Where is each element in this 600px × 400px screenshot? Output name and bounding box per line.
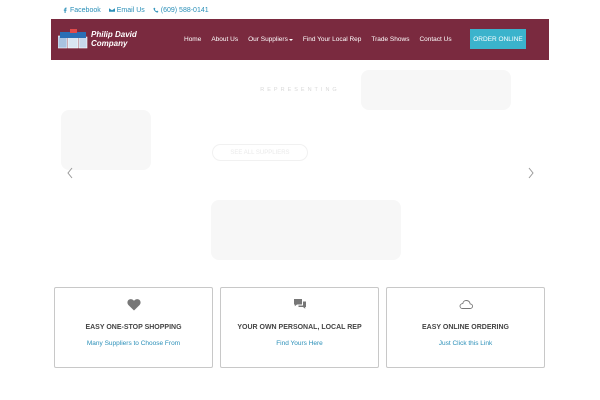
brand-wordmark: Philip David Company [91, 30, 137, 48]
hero-kicker: REPRESENTING [260, 87, 340, 93]
nav-menu: Home About Us Our Suppliers Find Your Lo… [179, 19, 457, 60]
brand-name-line-1: Philip David [91, 30, 137, 39]
feature-link[interactable]: Just Click this Link [387, 340, 544, 347]
nav-trade-shows[interactable]: Trade Shows [366, 36, 414, 43]
feature-title: YOUR OWN PERSONAL, LOCAL REP [237, 324, 362, 331]
brand-name-line-2: Company [91, 39, 128, 48]
phone-link-label: (609) 588-0141 [160, 6, 209, 14]
caret-down-icon [288, 38, 293, 41]
feature-link[interactable]: Many Suppliers to Choose From [55, 340, 212, 347]
phone-icon [153, 7, 159, 13]
brand-logo[interactable]: Philip David Company [57, 28, 144, 50]
facebook-icon [63, 7, 67, 13]
order-online-button[interactable]: ORDER ONLINE [470, 29, 526, 49]
cloud-icon [459, 300, 473, 309]
slider-next-arrow[interactable] [526, 166, 536, 180]
heart-icon [126, 299, 141, 311]
facebook-link[interactable]: Facebook [62, 7, 101, 14]
hero-background-image [61, 110, 151, 170]
nav-our-suppliers[interactable]: Our Suppliers [243, 36, 298, 43]
chevron-left-icon [67, 167, 73, 179]
see-all-suppliers-button[interactable]: SEE ALL SUPPLIERS [212, 144, 308, 161]
feature-card-one-stop-shopping: EASY ONE-STOP SHOPPING Many Suppliers to… [54, 287, 213, 368]
email-link-label: Email Us [116, 6, 145, 14]
main-navbar: Philip David Company Home About Us Our S… [51, 19, 549, 60]
top-contact-bar: Facebook Email Us (609) 588-0141 [62, 4, 209, 16]
feature-title: EASY ONLINE ORDERING [422, 324, 509, 331]
email-link[interactable]: Email Us [108, 6, 145, 14]
logo-mark-icon [57, 28, 88, 50]
facebook-link-label: Facebook [70, 6, 101, 14]
slider-prev-arrow[interactable] [65, 166, 75, 180]
chevron-right-icon [528, 167, 534, 179]
nav-our-suppliers-label: Our Suppliers [248, 36, 288, 43]
feature-card-online-ordering: EASY ONLINE ORDERING Just Click this Lin… [386, 287, 545, 368]
nav-about-us[interactable]: About Us [206, 36, 243, 43]
feature-card-local-rep: YOUR OWN PERSONAL, LOCAL REP Find Yours … [220, 287, 379, 368]
envelope-icon [108, 8, 115, 12]
nav-find-local-rep[interactable]: Find Your Local Rep [298, 36, 367, 43]
nav-contact-us[interactable]: Contact Us [414, 36, 456, 43]
chat-bubbles-icon [293, 299, 306, 309]
nav-home[interactable]: Home [179, 36, 206, 43]
hero-slider: REPRESENTING SEE ALL SUPPLIERS [51, 60, 549, 275]
hero-background-image [211, 200, 401, 260]
feature-title: EASY ONE-STOP SHOPPING [85, 324, 182, 331]
feature-link[interactable]: Find Yours Here [221, 340, 378, 347]
phone-link[interactable]: (609) 588-0141 [153, 7, 209, 14]
